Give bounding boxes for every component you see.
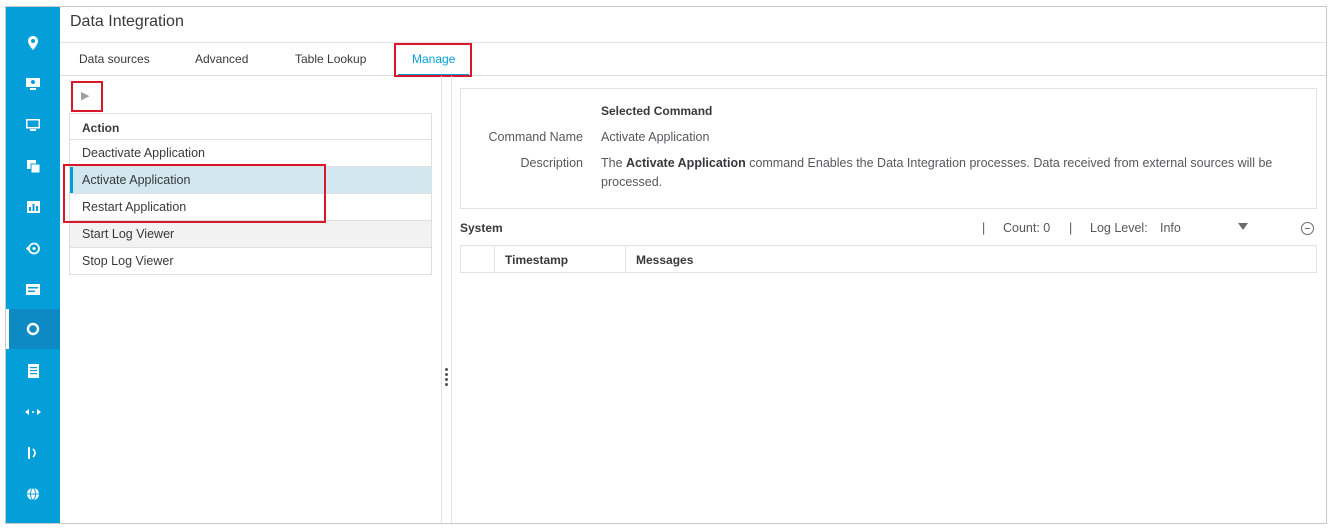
column-messages[interactable]: Messages [625, 246, 1316, 272]
command-name-label: Command Name [488, 130, 583, 144]
tab-table-lookup[interactable]: Table Lookup [295, 52, 366, 66]
description-value: The Activate Application command Enables… [601, 156, 1273, 189]
page-title: Data Integration [70, 13, 184, 30]
log-count: Count: 0 [1003, 221, 1051, 235]
description-label: Description [520, 156, 583, 170]
play-icon[interactable]: ▶ [81, 89, 89, 102]
log-level-label: Log Level: [1090, 221, 1148, 235]
history-icon[interactable] [6, 228, 60, 268]
chevron-down-icon[interactable] [1238, 223, 1248, 230]
column-timestamp[interactable]: Timestamp [494, 246, 625, 272]
action-activate-application[interactable]: Activate Application [69, 167, 432, 194]
splitter-grip-icon [445, 368, 448, 386]
log-table-header: Timestamp Messages [460, 245, 1317, 273]
system-log-toolbar: System | Count: 0 | Log Level: Info [460, 219, 1317, 239]
main-content: Data Integration Data sources Advanced T… [60, 7, 1326, 523]
wireless-icon[interactable] [6, 433, 60, 473]
sidebar [6, 7, 60, 523]
selected-command-panel: Selected Command Command Name Activate A… [460, 88, 1317, 209]
document-icon[interactable] [6, 351, 60, 391]
title-divider [60, 42, 1326, 43]
log-level-select[interactable]: Info [1160, 221, 1181, 235]
separator: | [982, 221, 986, 235]
data-integration-icon[interactable] [6, 309, 60, 349]
map-pin-icon[interactable] [6, 23, 60, 63]
description-command-name: Activate Application [626, 156, 746, 170]
collapse-icon[interactable] [1301, 222, 1314, 235]
globe-icon[interactable] [6, 474, 60, 514]
chart-icon[interactable] [6, 187, 60, 227]
system-title: System [460, 221, 503, 235]
separator: | [1069, 221, 1073, 235]
tab-data-sources[interactable]: Data sources [79, 52, 150, 66]
code-arrows-icon[interactable] [6, 392, 60, 432]
action-restart-application[interactable]: Restart Application [69, 194, 432, 221]
action-start-log-viewer[interactable]: Start Log Viewer [69, 221, 432, 248]
monitor-person-icon[interactable] [6, 64, 60, 104]
action-column-header: Action [69, 113, 432, 140]
list-card-icon[interactable] [6, 269, 60, 309]
selected-command-heading: Selected Command [601, 104, 713, 118]
action-stop-log-viewer[interactable]: Stop Log Viewer [69, 248, 432, 275]
tab-advanced[interactable]: Advanced [195, 52, 248, 66]
app-window: Data Integration Data sources Advanced T… [5, 6, 1327, 524]
tab-manage[interactable]: Manage [412, 52, 455, 66]
display-icon[interactable] [6, 105, 60, 145]
copy-icon[interactable] [6, 146, 60, 186]
action-deactivate-application[interactable]: Deactivate Application [69, 140, 432, 167]
panel-splitter[interactable] [441, 76, 452, 523]
command-name-value: Activate Application [601, 130, 710, 144]
